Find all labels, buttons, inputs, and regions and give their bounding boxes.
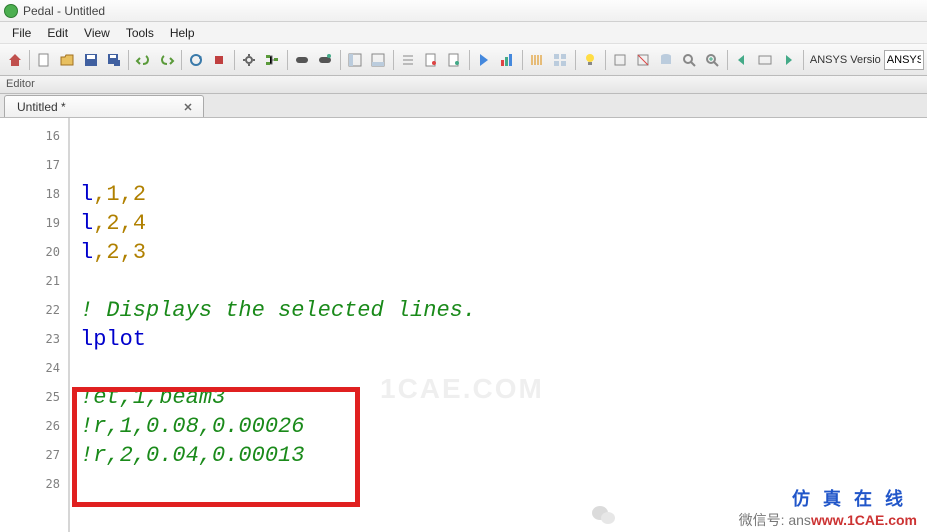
menu-view[interactable]: View (76, 23, 118, 43)
code-line: l,2,3 (70, 238, 927, 267)
line-number: 16 (0, 122, 60, 151)
line-number: 17 (0, 151, 60, 180)
menu-tools[interactable]: Tools (118, 23, 162, 43)
wechat-icon (591, 504, 617, 526)
window-title: Pedal - Untitled (23, 4, 105, 18)
separator (128, 50, 129, 70)
gutter: 16 17 18 19 20 21 22 23 24 25 26 27 28 (0, 118, 70, 532)
close-icon[interactable] (181, 100, 195, 114)
gear-icon[interactable] (239, 49, 260, 71)
tool3-icon[interactable] (755, 49, 776, 71)
code-line: ! Displays the selected lines. (70, 296, 927, 325)
ansys-version-label: ANSYS Versio (807, 54, 884, 66)
ansys-version-input[interactable] (884, 50, 924, 70)
stop-icon[interactable] (209, 49, 230, 71)
code-line (70, 354, 927, 383)
line-number: 22 (0, 296, 60, 325)
ruler-icon[interactable] (527, 49, 548, 71)
code-line: !r,2,0.04,0.00013 (70, 441, 927, 470)
doc-icon[interactable] (421, 49, 442, 71)
separator (727, 50, 728, 70)
line-number: 25 (0, 383, 60, 412)
tool1-icon[interactable] (610, 49, 631, 71)
separator (29, 50, 30, 70)
menu-edit[interactable]: Edit (39, 23, 76, 43)
code-line: !et,1,beam3 (70, 383, 927, 412)
list-icon[interactable] (398, 49, 419, 71)
line-number: 27 (0, 441, 60, 470)
code-line (70, 267, 927, 296)
separator (522, 50, 523, 70)
editor[interactable]: 16 17 18 19 20 21 22 23 24 25 26 27 28 l… (0, 118, 927, 532)
new-icon[interactable] (34, 49, 55, 71)
line-number: 24 (0, 354, 60, 383)
save-icon[interactable] (80, 49, 101, 71)
code-line: l,2,4 (70, 209, 927, 238)
separator (340, 50, 341, 70)
tree-icon[interactable] (262, 49, 283, 71)
line-number: 18 (0, 180, 60, 209)
code-line (70, 151, 927, 180)
tab-untitled[interactable]: Untitled * (4, 95, 204, 117)
watermark-cn: 仿 真 在 线 (792, 485, 907, 511)
tool2-icon[interactable] (633, 49, 654, 71)
code-line: !r,1,0.08,0.00026 (70, 412, 927, 441)
line-number: 28 (0, 470, 60, 499)
panel-header: Editor (0, 76, 927, 94)
code-line: l,1,2 (70, 180, 927, 209)
panel1-icon[interactable] (345, 49, 366, 71)
bulb-icon[interactable] (580, 49, 601, 71)
tab-bar: Untitled * (0, 94, 927, 118)
code-line: lplot (70, 325, 927, 354)
home-icon[interactable] (4, 49, 25, 71)
code-area[interactable]: l,1,2 l,2,4 l,2,3 ! Displays the selecte… (70, 118, 927, 532)
separator (234, 50, 235, 70)
separator (803, 50, 804, 70)
open-icon[interactable] (57, 49, 78, 71)
menu-help[interactable]: Help (162, 23, 203, 43)
separator (393, 50, 394, 70)
line-number: 20 (0, 238, 60, 267)
grid-icon[interactable] (550, 49, 571, 71)
doc2-icon[interactable] (444, 49, 465, 71)
line-number: 21 (0, 267, 60, 296)
watermark-site: 微信号: answww.1CAE.com (739, 510, 917, 530)
separator (287, 50, 288, 70)
refresh-icon[interactable] (186, 49, 207, 71)
arrow-icon[interactable] (474, 49, 495, 71)
line-number: 26 (0, 412, 60, 441)
separator (575, 50, 576, 70)
toolbar: ANSYS Versio (0, 44, 927, 76)
titlebar: Pedal - Untitled (0, 0, 927, 22)
app-icon (4, 4, 18, 18)
separator (469, 50, 470, 70)
controller2-icon[interactable] (315, 49, 336, 71)
separator (181, 50, 182, 70)
undo-icon[interactable] (133, 49, 154, 71)
prev-icon[interactable] (732, 49, 753, 71)
line-number: 23 (0, 325, 60, 354)
chart-icon[interactable] (497, 49, 518, 71)
save-as-icon[interactable] (103, 49, 124, 71)
tab-label: Untitled * (17, 100, 66, 114)
zoom-icon[interactable] (679, 49, 700, 71)
db-icon[interactable] (656, 49, 677, 71)
panel2-icon[interactable] (368, 49, 389, 71)
line-number: 19 (0, 209, 60, 238)
menu-file[interactable]: File (4, 23, 39, 43)
controller-icon[interactable] (292, 49, 313, 71)
redo-icon[interactable] (156, 49, 177, 71)
next-icon[interactable] (778, 49, 799, 71)
menubar: File Edit View Tools Help (0, 22, 927, 44)
separator (605, 50, 606, 70)
zoom2-icon[interactable] (702, 49, 723, 71)
code-line (70, 122, 927, 151)
